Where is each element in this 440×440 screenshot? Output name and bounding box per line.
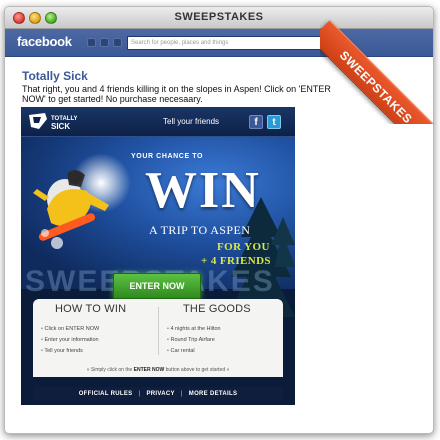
your-chance-label: YOUR CHANCE TO: [131, 153, 204, 160]
list-item: Car rental: [167, 346, 221, 357]
notifications-icon[interactable]: [113, 38, 122, 47]
svg-text:SICK: SICK: [51, 122, 70, 131]
sweepstakes-app: TOTALLY SICK Tell your friends f t YOUR …: [21, 107, 295, 405]
enter-now-button[interactable]: ENTER NOW: [113, 273, 201, 299]
trip-to-aspen-label: A TRIP TO ASPEN: [149, 223, 251, 237]
snowboarder-image: [33, 170, 109, 249]
facebook-notification-icons: [87, 38, 122, 47]
app-footer-links: OFFICIAL RULES | PRIVACY | MORE DETAILS: [33, 387, 283, 401]
the-goods-list: 4 nights at the Hilton Round Trip Airfar…: [167, 324, 221, 357]
tell-friends-label: Tell your friends: [163, 117, 220, 126]
facebook-logo[interactable]: facebook: [17, 34, 72, 49]
simply-click-instruction: » Simply click on the ENTER NOW button a…: [86, 367, 230, 373]
app-header: TOTALLY SICK Tell your friends f t: [21, 107, 295, 137]
how-to-win-list: Click on ENTER NOW Enter your informatio…: [41, 324, 99, 357]
page-description: That right, you and 4 friends killing it…: [22, 84, 331, 104]
messages-icon[interactable]: [100, 38, 109, 47]
ribbon-label: SWEEPSTAKES: [320, 20, 440, 124]
facebook-search-input[interactable]: Search for people, places and things: [127, 36, 335, 50]
page-title[interactable]: Totally Sick: [22, 69, 88, 83]
the-goods-title: THE GOODS: [183, 303, 251, 315]
twitter-share-button[interactable]: t: [267, 115, 281, 129]
search-placeholder: Search for people, places and things: [131, 40, 229, 46]
more-details-link[interactable]: MORE DETAILS: [189, 391, 238, 397]
footer-separator: |: [138, 391, 141, 397]
list-item: Tell your friends: [41, 346, 99, 357]
column-divider: [158, 307, 159, 355]
footer-separator: |: [180, 391, 183, 397]
official-rules-link[interactable]: OFFICIAL RULES: [79, 391, 133, 397]
list-item: Enter your information: [41, 335, 99, 346]
list-item: Round Trip Airfare: [167, 335, 221, 346]
for-you-label: FOR YOU: [217, 241, 270, 253]
how-to-win-title: HOW TO WIN: [55, 303, 127, 315]
privacy-link[interactable]: PRIVACY: [146, 391, 174, 397]
sweepstakes-ribbon: SWEEPSTAKES: [320, 0, 440, 124]
win-headline: WIN: [145, 162, 261, 219]
list-item: Click on ENTER NOW: [41, 324, 99, 335]
facebook-share-button[interactable]: f: [249, 115, 263, 129]
totally-sick-logo: TOTALLY SICK: [29, 113, 77, 131]
list-item: 4 nights at the Hilton: [167, 324, 220, 335]
friend-requests-icon[interactable]: [87, 38, 96, 47]
info-panel: HOW TO WIN THE GOODS Click on ENTER NOW …: [33, 299, 283, 377]
